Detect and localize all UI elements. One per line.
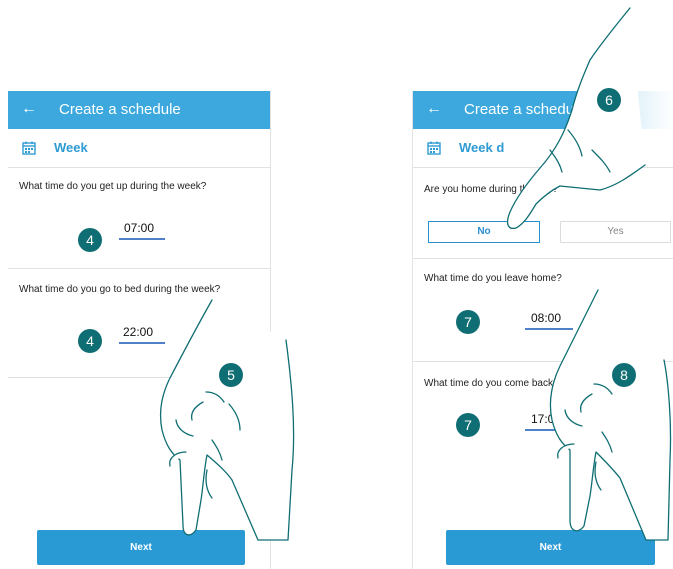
back-arrow-icon[interactable]: ← [426,99,442,119]
leave-question: What time do you leave home? [424,273,562,284]
bed-time-underline [119,342,165,344]
step-badge-7: 7 [456,310,480,334]
app-header: ← Create a schedule [8,91,270,129]
step-badge-8: 8 [612,363,636,387]
bed-time-field[interactable]: 22:00 [123,325,153,339]
page-title: Create a schedule [464,101,586,118]
step-badge-4: 4 [78,228,102,252]
right-screen: ← Create a schedule Week d Are you home … [412,91,673,569]
left-screen: ← Create a schedule Week What time do yo… [8,91,271,569]
home-question: Are you home during the day? [424,184,558,195]
return-time-field[interactable]: 17:00 [531,412,561,426]
next-button[interactable]: Next [446,530,655,565]
home-during-day-section: Are you home during the day? [413,168,673,259]
calendar-icon [22,141,36,155]
leave-time-field[interactable]: 08:00 [531,311,561,325]
getup-section: What time do you get up during the week?… [8,168,270,269]
return-question: What time do you come back home? [424,378,587,389]
week-day-label: Week d [459,140,505,155]
week-day-row[interactable]: Week d [413,129,673,168]
week-row[interactable]: Week [8,129,270,168]
calendar-icon [427,141,441,155]
step-badge-6: 6 [597,88,621,112]
leave-home-section: What time do you leave home? 08:00 [413,259,673,362]
page-title: Create a schedule [59,101,181,118]
leave-time-underline [525,328,573,330]
return-time-underline [525,429,573,431]
step-badge-7: 7 [456,413,480,437]
week-label: Week [54,140,88,155]
step-badge-4: 4 [78,329,102,353]
next-button[interactable]: Next [37,530,245,565]
step-badge-5: 5 [219,363,243,387]
getup-question: What time do you get up during the week? [19,181,207,192]
option-yes-button[interactable]: Yes [560,221,671,243]
header-glare [581,91,673,129]
option-no-button[interactable]: No [428,221,540,243]
bedtime-section: What time do you go to bed during the we… [8,269,270,378]
getup-time-field[interactable]: 07:00 [124,221,154,235]
getup-time-underline [119,238,165,240]
back-arrow-icon[interactable]: ← [21,99,37,119]
app-header: ← Create a schedule [413,91,673,129]
bedtime-question: What time do you go to bed during the we… [19,284,221,295]
